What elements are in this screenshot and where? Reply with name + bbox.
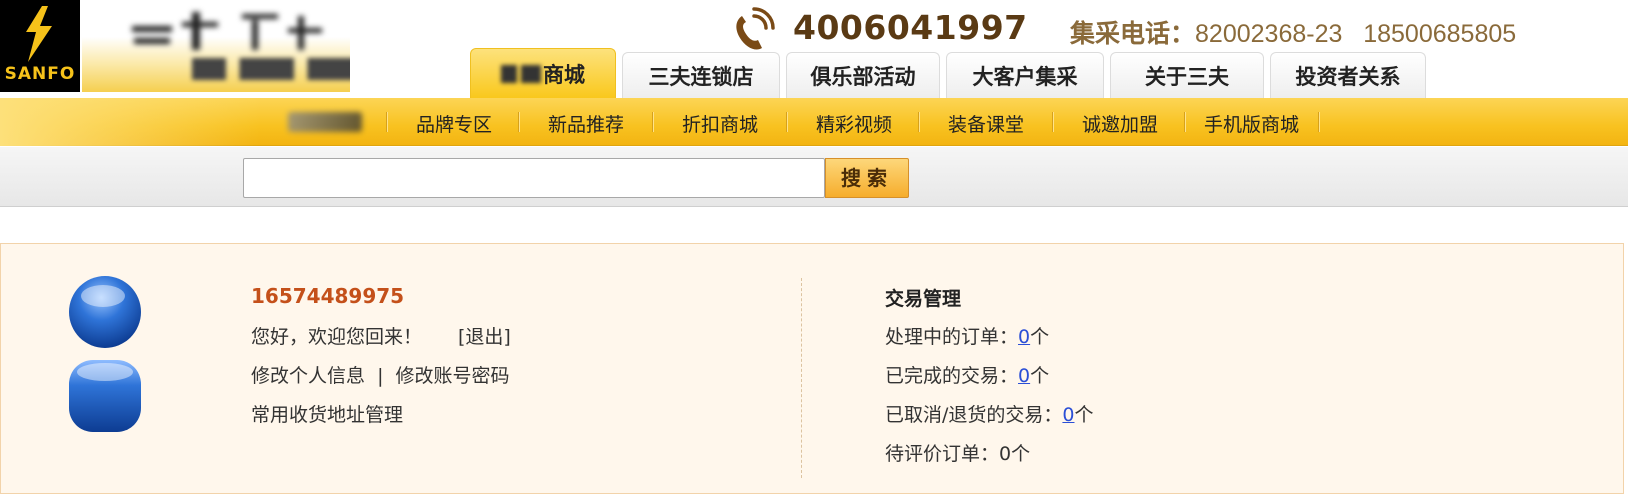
sub-nav-new-arrivals[interactable]: 新品推荐	[548, 110, 624, 137]
brand-name-blurred	[112, 8, 350, 52]
processing-orders-count[interactable]: 0	[1018, 326, 1030, 348]
lightning-bolt-icon	[26, 6, 52, 62]
trade-title: 交易管理	[885, 288, 962, 310]
address-line: 常用收货地址管理	[251, 400, 403, 427]
sub-nav-discount-mall[interactable]: 折扣商城	[682, 110, 758, 137]
sanfo-logo[interactable]: SANFO	[0, 0, 80, 92]
phone-icon	[736, 7, 775, 50]
tab-club-activities[interactable]: 俱乐部活动	[786, 52, 940, 98]
logout-link[interactable]: [退出]	[458, 322, 511, 349]
edit-profile-link[interactable]: 修改个人信息	[251, 365, 365, 387]
processing-orders: 处理中的订单：0个	[885, 326, 1050, 348]
cancelled-trades-count[interactable]: 0	[1062, 404, 1074, 426]
tab-enterprise-purchase[interactable]: 大客户集采	[946, 52, 1104, 98]
brand-banner	[82, 0, 350, 92]
sub-nav-gear-class[interactable]: 装备课堂	[948, 110, 1024, 137]
change-password-link[interactable]: 修改账号密码	[396, 365, 510, 387]
sub-nav: 品牌专区 新品推荐 折扣商城 精彩视频 装备课堂 诚邀加盟 手机版商城	[0, 98, 1628, 146]
username: 16574489975	[251, 284, 405, 308]
search-bar: 搜索	[0, 147, 1628, 207]
group-buy-label: 集采电话：	[1070, 20, 1196, 48]
completed-trades: 已完成的交易：0个	[885, 365, 1050, 387]
sub-nav-videos[interactable]: 精彩视频	[816, 110, 892, 137]
account-links: 修改个人信息 | 修改账号密码	[251, 361, 510, 388]
search-input[interactable]	[243, 158, 825, 198]
tab-chain-stores[interactable]: 三夫连锁店	[622, 52, 780, 98]
sub-nav-brand-zone[interactable]: 品牌专区	[416, 110, 492, 137]
logo-text: SANFO	[4, 64, 76, 84]
tab-mall[interactable]: 商城	[470, 48, 616, 98]
user-panel: 16574489975 您好，欢迎您回来！ [退出] 修改个人信息 | 修改账号…	[0, 243, 1624, 494]
panel-divider	[801, 278, 802, 478]
completed-trades-count[interactable]: 0	[1018, 365, 1030, 387]
search-button[interactable]: 搜索	[825, 158, 909, 198]
site-header: SANFO 4006041997 集采电话：82002368-23 185006…	[0, 0, 1628, 98]
pending-review-orders: 待评价订单：0个	[885, 443, 1031, 465]
greeting-line: 您好，欢迎您回来！ [退出]	[251, 322, 511, 349]
group-buy-numbers: 82002368-23 18500685805	[1195, 20, 1517, 48]
sub-nav-item-blurred[interactable]	[288, 112, 362, 132]
address-manage-link[interactable]: 常用收货地址管理	[251, 404, 403, 426]
tab-investor-relations[interactable]: 投资者关系	[1270, 52, 1426, 98]
pending-review-count: 0	[999, 443, 1012, 465]
hotline-number: 4006041997	[793, 8, 1028, 47]
sub-nav-mobile-mall[interactable]: 手机版商城	[1204, 110, 1299, 137]
sub-nav-franchise[interactable]: 诚邀加盟	[1082, 110, 1158, 137]
user-avatar-icon	[69, 276, 141, 432]
cancelled-trades: 已取消/退货的交易：0个	[885, 404, 1094, 426]
brand-slogan-blurred	[192, 58, 350, 80]
link-separator: |	[377, 365, 384, 387]
greeting-text: 您好，欢迎您回来！	[251, 326, 423, 348]
tab-about[interactable]: 关于三夫	[1110, 52, 1264, 98]
tab-mall-blurred-prefix	[501, 64, 541, 83]
group-buy-phone: 集采电话：82002368-23 18500685805	[1070, 14, 1516, 50]
